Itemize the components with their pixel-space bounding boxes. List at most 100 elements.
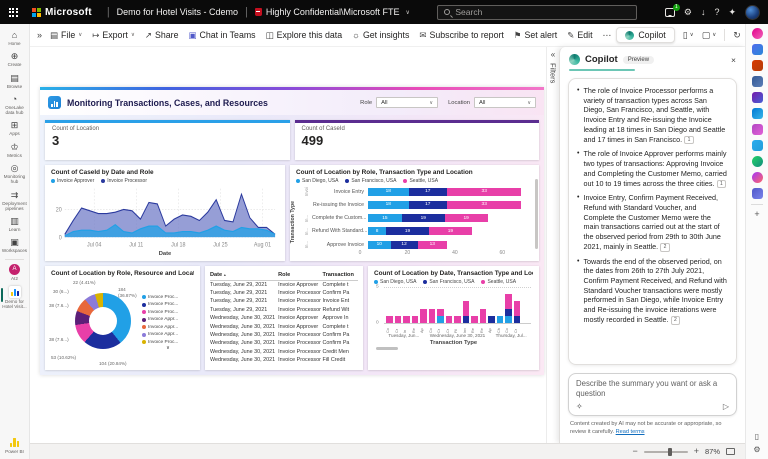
role-filter-dropdown[interactable]: All ∨ <box>376 97 439 108</box>
stacked-bar-visual[interactable]: Count of Location by Role, Transaction T… <box>290 165 539 261</box>
table-row[interactable]: Wednesday, June 30, 2021 Invoice Processo… <box>210 356 358 364</box>
column-header-date[interactable]: Date▲ <box>210 271 278 280</box>
column-bar[interactable] <box>505 294 512 323</box>
bar-segment[interactable]: 18 <box>368 187 409 196</box>
expand-nav-icon[interactable]: » <box>34 30 45 40</box>
legend-item[interactable]: Invoice Proc... <box>142 302 194 307</box>
column-bar[interactable] <box>513 301 520 323</box>
view-icon[interactable]: ▢ ∨ <box>702 30 717 41</box>
sidebar-item-home[interactable]: ⌂ Home <box>0 28 29 49</box>
column-bar[interactable] <box>445 315 452 323</box>
column-bar[interactable] <box>471 315 478 323</box>
citation-chip[interactable]: 2 <box>670 315 681 325</box>
bar-segment[interactable]: 15 <box>368 214 402 222</box>
filters-pane-collapsed[interactable]: « Filters <box>546 47 559 443</box>
donut-chart-visual[interactable]: Count of Location by Role, Resource and … <box>45 266 200 370</box>
column-header-transaction[interactable]: Transaction <box>322 271 358 280</box>
whatsapp-icon[interactable] <box>751 156 763 167</box>
microsoft-logo[interactable]: Microsoft <box>26 7 100 18</box>
bar-segment[interactable]: 13 <box>417 240 447 249</box>
telegram-icon[interactable] <box>751 140 763 151</box>
bar-segment[interactable]: 8 <box>368 227 387 236</box>
sidebar-item-workspaces[interactable]: ▣ Workspaces <box>0 235 29 256</box>
bar-segment[interactable]: 12 <box>390 240 418 249</box>
sidebar-item-apps[interactable]: ⊞ Apps <box>0 118 29 139</box>
legend-item[interactable]: Invoice Appr... <box>142 325 194 330</box>
table-row[interactable]: Tuesday, June 29, 2021 Invoice Processor I… <box>210 297 358 305</box>
location-filter-dropdown[interactable]: All ∨ <box>474 97 536 108</box>
stacked-bar-row[interactable]: In... Complete the Custom... 15 19 19 <box>304 214 526 223</box>
table-row[interactable]: Wednesday, June 30, 2021 Invoice Approver… <box>210 314 358 322</box>
toolbar-item-subscribe-to-report[interactable]: ✉ Subscribe to report <box>414 28 508 42</box>
camera-icon[interactable] <box>751 108 763 119</box>
legend-item[interactable]: Invoice Proc... <box>142 340 194 345</box>
copilot-button[interactable]: Copilot <box>616 27 675 43</box>
bar-segment[interactable]: 19 <box>444 214 488 222</box>
global-search-input[interactable]: Search <box>437 4 638 20</box>
column-bar[interactable] <box>479 308 486 323</box>
legend-item[interactable]: Invoice Appr... <box>142 317 194 322</box>
shopping-icon[interactable] <box>751 44 763 55</box>
citation-chip[interactable]: 1 <box>684 135 694 145</box>
messenger-icon[interactable] <box>751 172 763 183</box>
toolbar-item-share[interactable]: ↗ Share <box>140 28 184 42</box>
waffle-menu-icon[interactable] <box>0 0 26 24</box>
table-row[interactable]: Wednesday, June 30, 2021 Invoice Approver… <box>210 323 358 331</box>
column-bar[interactable] <box>403 315 410 323</box>
column-bar[interactable] <box>462 301 469 323</box>
citation-chip[interactable]: 1 <box>716 179 727 189</box>
sidebar-item-monitoring-hub[interactable]: ◎ Monitoring hub <box>0 161 29 188</box>
bar-segment[interactable]: 18 <box>368 200 409 209</box>
fit-to-page-icon[interactable] <box>726 448 735 455</box>
toolbar-item-get-insights[interactable]: ☼ Get insights <box>347 28 414 42</box>
table-row[interactable]: Wednesday, June 30, 2021 Invoice Processo… <box>210 348 358 356</box>
table-row[interactable]: Tuesday, June 29, 2021 Invoice Processor R… <box>210 306 358 314</box>
loop-icon[interactable] <box>751 92 763 103</box>
bar-segment[interactable]: 19 <box>401 214 445 222</box>
report-canvas[interactable]: Monitoring Transactions, Cases, and Reso… <box>30 47 546 443</box>
column-bar[interactable] <box>437 308 444 323</box>
copilot-input-box[interactable]: Describe the summary you want or ask a q… <box>568 373 737 417</box>
sidebar-item-learn[interactable]: ▥ Learn <box>0 214 29 235</box>
toolbar-item-export[interactable]: ↦ Export ∨ <box>87 28 140 42</box>
legend-more-icon[interactable]: ∨ <box>142 346 194 351</box>
sidebar-item-create[interactable]: ⊕ Create <box>0 49 29 70</box>
bar-segment[interactable]: 33 <box>446 200 522 209</box>
sidebar-item-browse[interactable]: ▤ Browse <box>0 71 29 92</box>
column-header-role[interactable]: Role <box>278 271 322 280</box>
citation-chip[interactable]: 2 <box>660 242 670 252</box>
sidebar-item-ai2-workspace[interactable]: A AI2 <box>0 262 29 284</box>
kpi-card-count-of-location[interactable]: Count of Location 3 <box>45 120 290 160</box>
legend-item[interactable]: Invoice Proc... <box>142 310 194 315</box>
column-bar[interactable] <box>496 315 503 323</box>
power-bi-switcher[interactable]: Power BI <box>0 434 29 459</box>
zoom-out-icon[interactable]: − <box>632 447 637 456</box>
table-row[interactable]: Wednesday, June 30, 2021 Invoice Processo… <box>210 339 358 347</box>
account-avatar[interactable] <box>745 4 760 20</box>
sidebar-settings-icon[interactable]: ⚙ <box>753 446 760 454</box>
column-bar[interactable] <box>411 315 418 323</box>
document-title[interactable]: Demo for Hotel Visits - Cdemo <box>117 7 238 17</box>
column-bar[interactable] <box>386 315 393 323</box>
horizontal-scrollbar[interactable] <box>376 347 398 350</box>
bar-segment[interactable]: 17 <box>408 187 447 196</box>
customize-sidebar-icon[interactable]: ▯ <box>755 433 759 441</box>
sensitivity-label[interactable]: Highly Confidential\Microsoft FTE ∨ <box>254 7 410 17</box>
legend-item[interactable]: Invoice Proc... <box>142 295 194 300</box>
legend-item[interactable]: Invoice Appr... <box>142 332 194 337</box>
column-bar[interactable] <box>420 308 427 323</box>
toolbar-item-file[interactable]: ▤ File ∨ <box>45 28 87 42</box>
bar-segment[interactable]: 17 <box>408 200 447 209</box>
search-icon[interactable] <box>751 28 763 39</box>
designer-icon[interactable] <box>751 124 763 135</box>
reset-icon[interactable]: ↻ <box>733 30 741 41</box>
bookmark-icon[interactable]: ▯ ∨ <box>683 30 694 41</box>
collapse-icon[interactable]: « <box>551 51 555 59</box>
prompt-guide-icon[interactable]: ✧ <box>576 402 583 411</box>
table-row[interactable]: Wednesday, June 30, 2021 Invoice Processo… <box>210 331 358 339</box>
donut-ring[interactable] <box>75 293 131 349</box>
bar-segment[interactable]: 10 <box>368 240 391 249</box>
column-bar[interactable] <box>454 315 461 323</box>
send-icon[interactable]: ▷ <box>723 402 729 411</box>
kpi-card-count-of-caseid[interactable]: Count of CaseId 499 <box>294 120 539 160</box>
